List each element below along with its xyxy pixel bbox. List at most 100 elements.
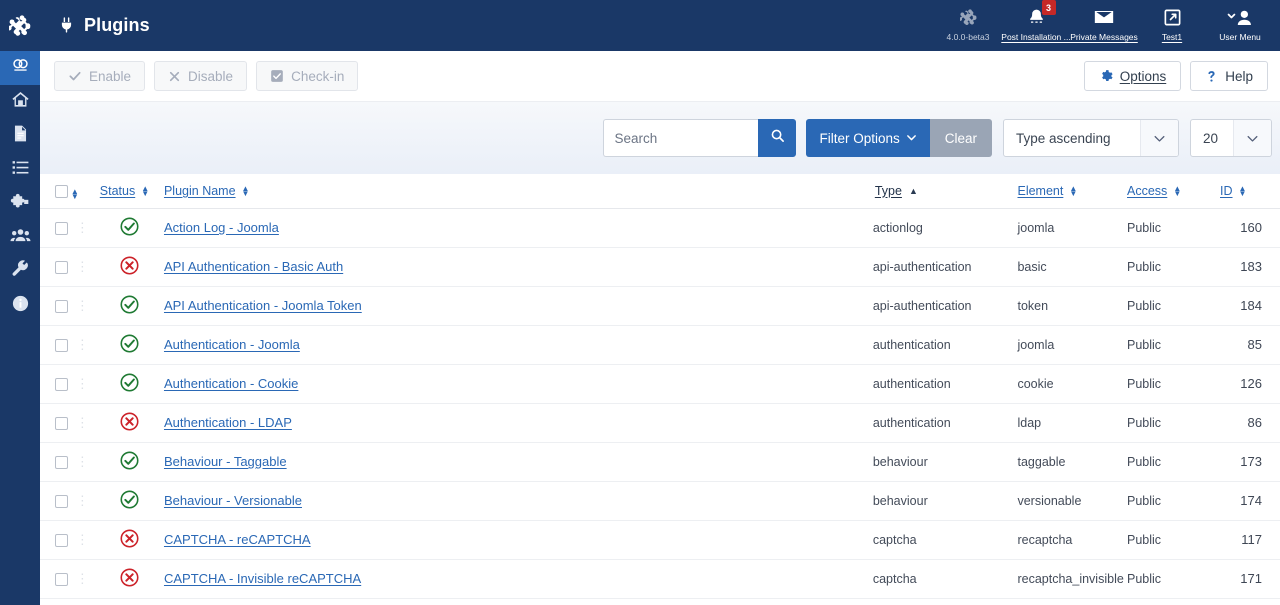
status-disabled-icon[interactable] bbox=[119, 528, 140, 549]
options-button[interactable]: Options bbox=[1084, 61, 1182, 91]
plugin-name-link[interactable]: Authentication - Cookie bbox=[164, 376, 298, 391]
status-disabled-icon[interactable] bbox=[119, 567, 140, 588]
row-checkbox[interactable] bbox=[55, 417, 68, 430]
row-checkbox[interactable] bbox=[55, 378, 68, 391]
column-plugin-name[interactable]: Plugin Name ▲▼ bbox=[164, 174, 873, 208]
row-checkbox[interactable] bbox=[55, 495, 68, 508]
row-element-cell: joomla bbox=[1017, 325, 1127, 364]
plugin-element: joomla bbox=[1017, 338, 1054, 352]
row-access-cell: Public bbox=[1127, 559, 1220, 598]
clear-filters-button[interactable]: Clear bbox=[930, 119, 992, 157]
row-checkbox-cell bbox=[40, 208, 69, 247]
joomla-logo-icon[interactable] bbox=[0, 0, 40, 51]
drag-handle-icon[interactable]: ⋮ bbox=[76, 493, 89, 508]
drag-handle-icon[interactable]: ⋮ bbox=[76, 337, 89, 352]
header-item-post-installation[interactable]: 3 Post Installation ... bbox=[1002, 0, 1070, 51]
disable-button[interactable]: Disable bbox=[154, 61, 247, 91]
sidebar-item-system[interactable] bbox=[0, 255, 40, 289]
status-enabled-icon[interactable] bbox=[119, 372, 140, 393]
plugin-name-link[interactable]: API Authentication - Joomla Token bbox=[164, 298, 362, 313]
checkin-button[interactable]: Check-in bbox=[256, 61, 358, 91]
plugin-element: recaptcha bbox=[1017, 533, 1072, 547]
sidebar-item-toggle-menu[interactable] bbox=[0, 51, 40, 85]
row-type-cell: api-authentication bbox=[873, 247, 1018, 286]
drag-handle-icon[interactable]: ⋮ bbox=[76, 532, 89, 547]
column-status[interactable]: Status ▲▼ bbox=[96, 174, 164, 208]
plugin-name-link[interactable]: CAPTCHA - Invisible reCAPTCHA bbox=[164, 571, 361, 586]
row-checkbox[interactable] bbox=[55, 456, 68, 469]
row-element-cell: recaptcha bbox=[1017, 520, 1127, 559]
status-enabled-icon[interactable] bbox=[119, 216, 140, 237]
row-access-cell: Public bbox=[1127, 286, 1220, 325]
header-item-label: Private Messages bbox=[1070, 32, 1138, 42]
select-all-checkbox[interactable] bbox=[55, 185, 68, 198]
row-checkbox[interactable] bbox=[55, 261, 68, 274]
filter-options-button[interactable]: Filter Options bbox=[806, 119, 929, 157]
column-id[interactable]: ID ▲▼ bbox=[1220, 174, 1280, 208]
row-checkbox-cell bbox=[40, 520, 69, 559]
table-row: ⋮Authentication - LDAPauthenticationldap… bbox=[40, 403, 1280, 442]
help-button[interactable]: Help bbox=[1190, 61, 1268, 91]
row-checkbox[interactable] bbox=[55, 300, 68, 313]
status-enabled-icon[interactable] bbox=[119, 489, 140, 510]
status-disabled-icon[interactable] bbox=[119, 411, 140, 432]
search-input[interactable] bbox=[603, 119, 758, 157]
column-access[interactable]: Access ▲▼ bbox=[1127, 174, 1220, 208]
wrench-icon bbox=[11, 260, 30, 284]
sidebar-item-content[interactable] bbox=[0, 119, 40, 153]
plugin-name-link[interactable]: Behaviour - Taggable bbox=[164, 454, 287, 469]
plugin-access: Public bbox=[1127, 377, 1161, 391]
sidebar-item-users[interactable] bbox=[0, 221, 40, 255]
drag-handle-icon[interactable]: ⋮ bbox=[76, 376, 89, 391]
plugin-access: Public bbox=[1127, 494, 1161, 508]
search-button[interactable] bbox=[758, 119, 796, 157]
plugin-name-link[interactable]: Action Log - Joomla bbox=[164, 220, 279, 235]
drag-handle-icon[interactable]: ⋮ bbox=[76, 298, 89, 313]
plugin-name-link[interactable]: Behaviour - Versionable bbox=[164, 493, 302, 508]
chevron-down-icon bbox=[906, 131, 917, 146]
plugin-name-link[interactable]: API Authentication - Basic Auth bbox=[164, 259, 343, 274]
status-enabled-icon[interactable] bbox=[119, 294, 140, 315]
drag-handle-icon[interactable]: ⋮ bbox=[76, 415, 89, 430]
row-name-cell: CAPTCHA - Invisible reCAPTCHA bbox=[164, 559, 873, 598]
header-item-user-menu[interactable]: User Menu bbox=[1206, 0, 1274, 51]
plugin-name-link[interactable]: Authentication - Joomla bbox=[164, 337, 300, 352]
row-checkbox[interactable] bbox=[55, 222, 68, 235]
ordering-value: Type ascending bbox=[1004, 131, 1140, 146]
status-enabled-icon[interactable] bbox=[119, 333, 140, 354]
column-type[interactable]: Type ▲ bbox=[873, 174, 1018, 208]
row-name-cell: Authentication - Joomla bbox=[164, 325, 873, 364]
sort-both-icon: ▲▼ bbox=[242, 186, 250, 196]
plugin-name-link[interactable]: Authentication - LDAP bbox=[164, 415, 292, 430]
drag-handle-icon[interactable]: ⋮ bbox=[76, 571, 89, 586]
row-status-cell bbox=[96, 325, 164, 364]
enable-button[interactable]: Enable bbox=[54, 61, 145, 91]
column-plugin-name-label: Plugin Name bbox=[164, 184, 236, 198]
row-checkbox[interactable] bbox=[55, 573, 68, 586]
list-limit-select[interactable]: 20 bbox=[1190, 119, 1272, 157]
sidebar-item-home[interactable] bbox=[0, 85, 40, 119]
status-enabled-icon[interactable] bbox=[119, 450, 140, 471]
header-item-site[interactable]: Test1 bbox=[1138, 0, 1206, 51]
sidebar-item-components[interactable] bbox=[0, 187, 40, 221]
row-id-cell: 173 bbox=[1220, 442, 1280, 481]
status-disabled-icon[interactable] bbox=[119, 255, 140, 276]
row-checkbox[interactable] bbox=[55, 339, 68, 352]
sidebar-item-menus[interactable] bbox=[0, 153, 40, 187]
ordering-select[interactable]: Type ascending bbox=[1003, 119, 1179, 157]
column-element[interactable]: Element ▲▼ bbox=[1017, 174, 1127, 208]
header-item-private-messages[interactable]: Private Messages bbox=[1070, 0, 1138, 51]
clear-label: Clear bbox=[945, 131, 977, 146]
sidebar-item-help[interactable] bbox=[0, 289, 40, 323]
search-group bbox=[603, 119, 796, 157]
external-link-icon bbox=[1163, 5, 1182, 29]
drag-handle-icon[interactable]: ⋮ bbox=[76, 220, 89, 235]
plugin-name-link[interactable]: CAPTCHA - reCAPTCHA bbox=[164, 532, 311, 547]
drag-handle-icon[interactable]: ⋮ bbox=[76, 454, 89, 469]
row-checkbox[interactable] bbox=[55, 534, 68, 547]
column-ordering[interactable]: ▲▼ bbox=[69, 174, 96, 208]
drag-handle-icon[interactable]: ⋮ bbox=[76, 259, 89, 274]
user-icon bbox=[1227, 5, 1253, 29]
column-id-label: ID bbox=[1220, 184, 1233, 198]
row-element-cell: taggable bbox=[1017, 442, 1127, 481]
